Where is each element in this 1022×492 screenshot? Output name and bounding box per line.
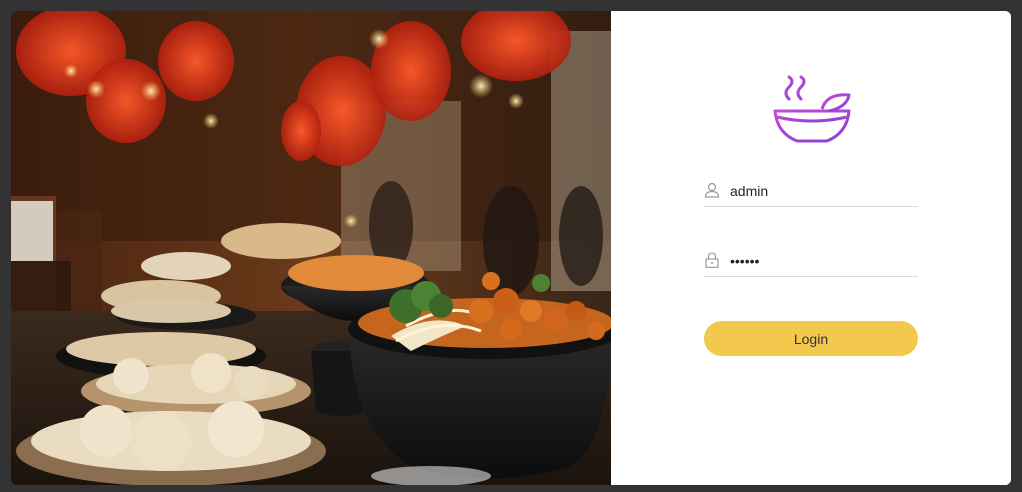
username-field bbox=[704, 178, 918, 207]
password-input[interactable] bbox=[730, 248, 916, 274]
steaming-bowl-icon bbox=[767, 73, 857, 153]
user-icon bbox=[704, 182, 720, 198]
password-field bbox=[704, 248, 918, 277]
username-input[interactable] bbox=[730, 178, 916, 204]
login-button[interactable]: Login bbox=[704, 321, 918, 356]
app-window: Login bbox=[11, 11, 1011, 485]
login-panel: Login bbox=[611, 11, 1011, 485]
restaurant-food-photo bbox=[11, 11, 611, 485]
hero-food-image bbox=[11, 11, 611, 485]
lock-icon bbox=[704, 252, 720, 269]
